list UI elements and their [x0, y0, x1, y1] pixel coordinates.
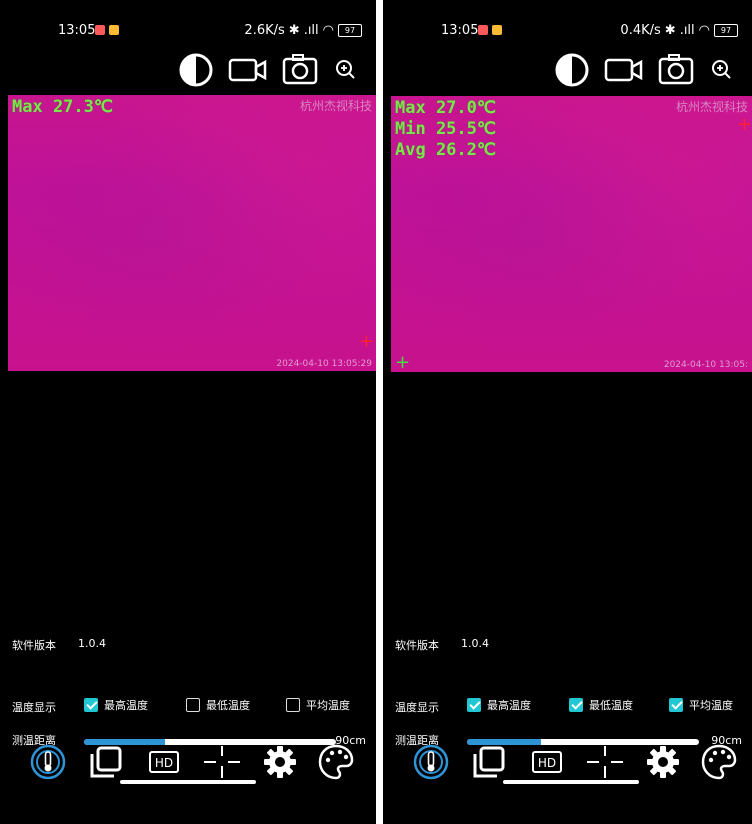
checkbox-max-temp[interactable]: 最高温度 [467, 697, 531, 713]
checkbox-unchecked-icon[interactable] [186, 698, 200, 712]
home-indicator[interactable] [503, 780, 639, 784]
max-temp-marker-icon: + [736, 114, 752, 135]
temp-display-label: 温度显示 [395, 701, 439, 714]
status-indicators: 2.6K/s ✱ .ıll ◠ 97 [244, 23, 362, 38]
image-timestamp: 2024-04-10 13:05: [663, 360, 748, 370]
checkbox-checked-icon[interactable] [467, 698, 481, 712]
contrast-icon[interactable] [554, 52, 590, 88]
checkbox-max-temp[interactable]: 最高温度 [84, 697, 148, 713]
bottom-nav: HD [0, 742, 376, 786]
copy-icon[interactable] [86, 742, 126, 782]
temperature-display-row: 温度显示 最高温度 最低温度 平均温度 [395, 697, 742, 717]
thermometer-icon[interactable] [411, 742, 451, 782]
network-speed: 0.4K/s [620, 23, 661, 38]
hd-icon[interactable]: HD [527, 742, 567, 782]
temp-display-label: 温度显示 [12, 701, 56, 714]
crosshair-icon[interactable] [202, 742, 242, 782]
notification-icon [492, 25, 502, 35]
image-timestamp: 2024-04-10 13:05:29 [276, 359, 372, 369]
checkbox-unchecked-icon[interactable] [286, 698, 300, 712]
min-temp-marker-icon: + [395, 352, 411, 372]
checkbox-label: 最低温度 [206, 699, 250, 712]
temperature-readout: Max 27.0℃ Min 25.5℃ Avg 26.2℃ [395, 98, 496, 161]
checkbox-avg-temp[interactable]: 平均温度 [286, 697, 350, 713]
thermal-image[interactable]: Max 27.3℃ 杭州杰视科技 + 2024-04-10 13:05:29 [8, 95, 376, 371]
signal-icon: .ıll [679, 23, 695, 38]
checkbox-checked-icon[interactable] [569, 698, 583, 712]
copy-icon[interactable] [469, 742, 509, 782]
phone-screen-right: 13:05 0.4K/s ✱ .ıll ◠ 97 Max 27.0℃ Min 2… [383, 0, 752, 824]
battery-icon: 97 [338, 24, 362, 37]
bluetooth-icon: ✱ [288, 23, 300, 38]
svg-text:HD: HD [538, 756, 556, 770]
battery-level: 97 [344, 26, 356, 35]
checkbox-label: 平均温度 [306, 699, 350, 712]
video-camera-icon[interactable] [228, 52, 268, 88]
checkbox-label: 最高温度 [104, 699, 148, 712]
thermal-image[interactable]: Max 27.0℃ Min 25.5℃ Avg 26.2℃ 杭州杰视科技 + +… [391, 96, 752, 372]
readout-line: Avg 26.2℃ [395, 140, 496, 160]
notification-icon [95, 25, 105, 35]
thermal-texture [8, 95, 376, 371]
top-toolbar [554, 52, 736, 88]
max-temp-marker-icon: + [358, 331, 374, 352]
notification-badges [478, 25, 502, 35]
temperature-readout: Max 27.3℃ [12, 97, 113, 118]
notification-icon [109, 25, 119, 35]
status-time: 13:05 [58, 23, 96, 38]
video-camera-icon[interactable] [604, 52, 644, 88]
hd-icon[interactable]: HD [144, 742, 184, 782]
camera-icon[interactable] [658, 52, 694, 88]
wifi-icon: ◠ [698, 23, 710, 38]
notification-icon [478, 25, 488, 35]
version-label: 软件版本 [395, 639, 439, 652]
home-indicator[interactable] [120, 780, 256, 784]
wifi-icon: ◠ [322, 23, 334, 38]
battery-level: 97 [720, 26, 732, 35]
checkbox-min-temp[interactable]: 最低温度 [186, 697, 250, 713]
thermometer-icon[interactable] [28, 742, 68, 782]
checkbox-min-temp[interactable]: 最低温度 [569, 697, 633, 713]
version-value: 1.0.4 [78, 637, 106, 650]
signal-icon: .ıll [303, 23, 319, 38]
readout-line: Max 27.0℃ [395, 98, 496, 118]
screenshot-comparison: 13:05 2.6K/s ✱ .ıll ◠ 97 Max 27.3℃ 杭州杰视科… [0, 0, 752, 824]
bluetooth-icon: ✱ [664, 23, 676, 38]
crosshair-icon[interactable] [585, 742, 625, 782]
camera-icon[interactable] [282, 52, 318, 88]
readout-line: Min 25.5℃ [395, 119, 496, 139]
zoom-in-icon[interactable] [708, 52, 736, 88]
status-time: 13:05 [441, 23, 479, 38]
palette-icon[interactable] [699, 742, 739, 782]
checkbox-checked-icon[interactable] [84, 698, 98, 712]
version-label: 软件版本 [12, 639, 56, 652]
gear-icon[interactable] [643, 742, 683, 782]
checkbox-avg-temp[interactable]: 平均温度 [669, 697, 733, 713]
status-bar: 13:05 0.4K/s ✱ .ıll ◠ 97 [383, 0, 752, 40]
status-bar: 13:05 2.6K/s ✱ .ıll ◠ 97 [0, 0, 376, 40]
readout-line: Max 27.3℃ [12, 97, 113, 117]
contrast-icon[interactable] [178, 52, 214, 88]
version-value: 1.0.4 [461, 637, 489, 650]
temperature-display-row: 温度显示 最高温度 最低温度 平均温度 [12, 697, 366, 717]
gear-icon[interactable] [260, 742, 300, 782]
notification-badges [95, 25, 119, 35]
phone-screen-left: 13:05 2.6K/s ✱ .ıll ◠ 97 Max 27.3℃ 杭州杰视科… [0, 0, 376, 824]
checkbox-label: 平均温度 [689, 699, 733, 712]
zoom-in-icon[interactable] [332, 52, 360, 88]
watermark-brand: 杭州杰视科技 [675, 100, 748, 114]
checkbox-label: 最高温度 [487, 699, 531, 712]
svg-text:HD: HD [155, 756, 173, 770]
top-toolbar [178, 52, 360, 88]
battery-icon: 97 [714, 24, 738, 37]
checkbox-checked-icon[interactable] [669, 698, 683, 712]
palette-icon[interactable] [316, 742, 356, 782]
status-indicators: 0.4K/s ✱ .ıll ◠ 97 [620, 23, 738, 38]
watermark-brand: 杭州杰视科技 [299, 99, 372, 113]
network-speed: 2.6K/s [244, 23, 285, 38]
bottom-nav: HD [383, 742, 752, 786]
checkbox-label: 最低温度 [589, 699, 633, 712]
